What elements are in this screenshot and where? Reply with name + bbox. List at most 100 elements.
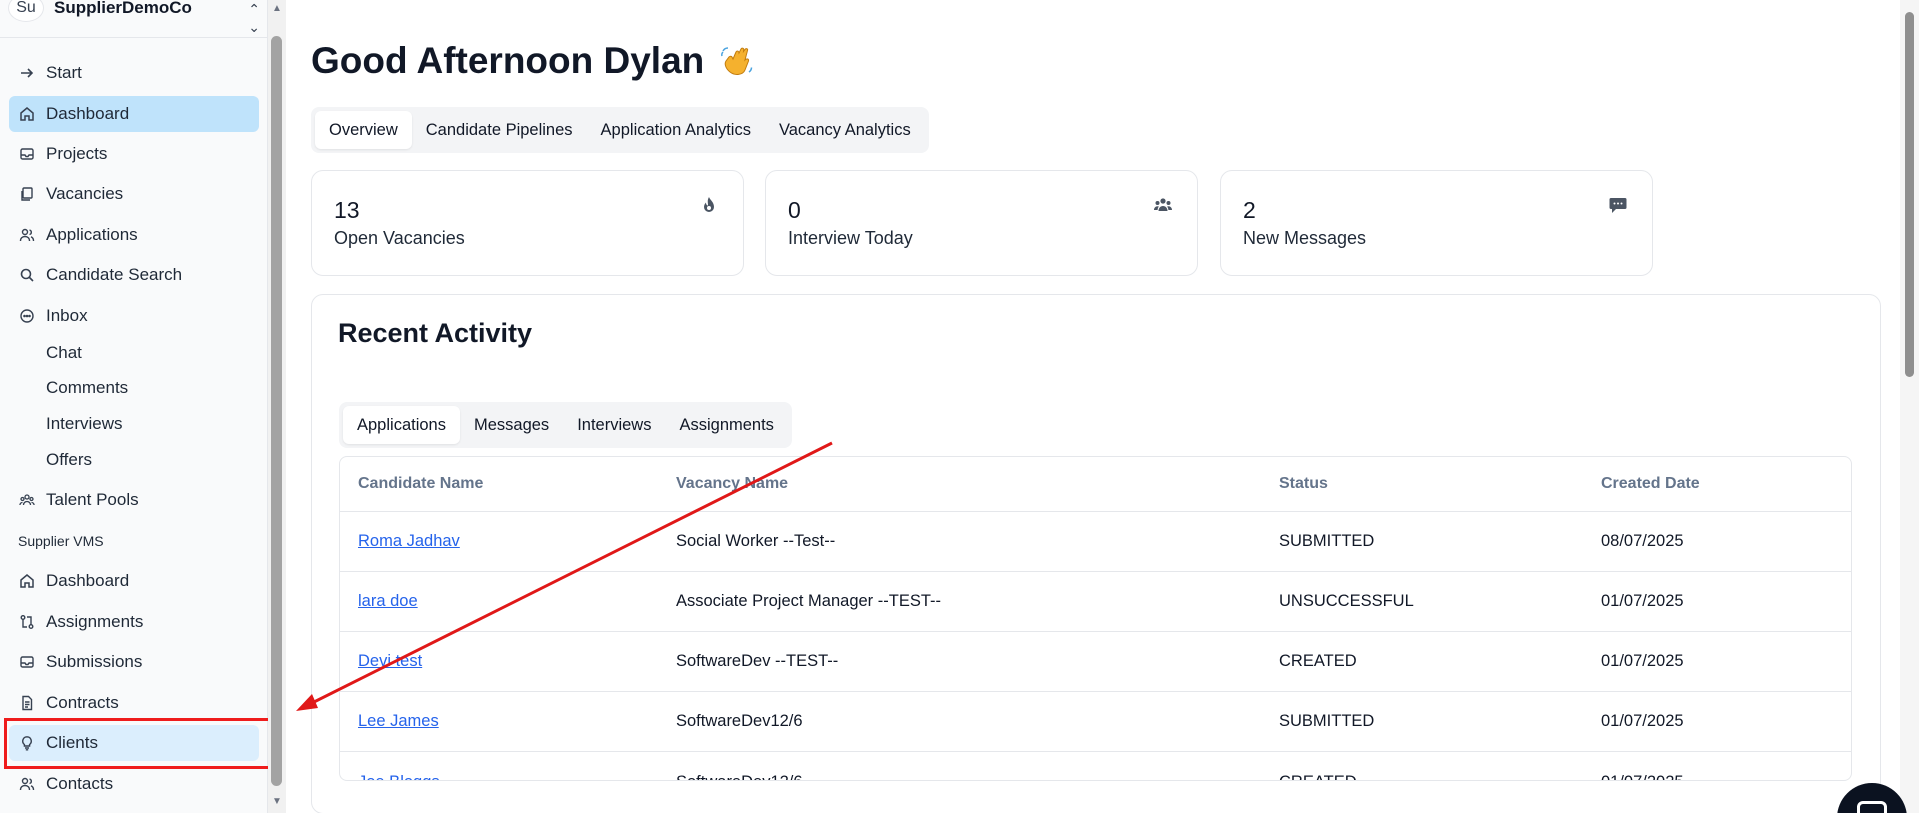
sidebar-scrollbar-thumb[interactable] [271, 36, 282, 786]
table-header: Candidate Name Vacancy Name Status Creat… [340, 457, 1851, 512]
dashboard-tabs: Overview Candidate Pipelines Application… [311, 107, 929, 153]
users-icon [18, 775, 36, 793]
sidebar-item-vacancies[interactable]: Vacancies [9, 176, 259, 212]
sidebar-item-assignments[interactable]: Assignments [9, 604, 259, 640]
users-group-icon [1154, 198, 1172, 211]
sidebar: Su SupplierDemoCo ⌃ ⌄ Start Dashboard Pro… [0, 0, 268, 813]
message-square-icon [1609, 198, 1627, 213]
tab-messages[interactable]: Messages [460, 406, 563, 444]
sidebar-item-label: Candidate Search [46, 265, 183, 284]
stat-card-interview-today[interactable]: 0 Interview Today [765, 170, 1198, 276]
sidebar-item-talent-pools[interactable]: Talent Pools [9, 482, 259, 518]
sidebar-item-contacts[interactable]: Contacts [9, 766, 259, 802]
created-date: 08/07/2025 [1601, 532, 1684, 550]
table-row[interactable]: Roma Jadhav Social Worker --Test-- SUBMI… [340, 512, 1851, 572]
users-icon [18, 226, 36, 244]
chevron-up-down-icon: ⌃ ⌄ [248, 1, 260, 35]
candidate-link[interactable]: lara doe [358, 592, 418, 611]
tab-overview[interactable]: Overview [315, 111, 412, 149]
applications-table: Candidate Name Vacancy Name Status Creat… [339, 456, 1852, 781]
recent-activity-title: Recent Activity [338, 318, 533, 348]
stat-value: 0 [788, 197, 801, 223]
divider [0, 37, 268, 38]
sidebar-subitem-offers[interactable]: Offers [46, 445, 92, 475]
vacancy-name: Associate Project Manager --TEST-- [676, 592, 941, 610]
table-row[interactable]: Devi test SoftwareDev --TEST-- CREATED 0… [340, 632, 1851, 692]
sidebar-subitem-chat[interactable]: Chat [46, 338, 82, 368]
sidebar-item-label: Assignments [46, 612, 144, 631]
git-compare-icon [18, 613, 36, 631]
sidebar-item-projects[interactable]: Projects [9, 136, 259, 172]
table-row[interactable]: Lee James SoftwareDev12/6 SUBMITTED 01/0… [340, 692, 1851, 752]
vacancy-name: SoftwareDev --TEST-- [676, 652, 839, 670]
sidebar-item-label: Submissions [46, 652, 143, 671]
created-date: 01/07/2025 [1601, 592, 1684, 610]
sidebar-item-label: Contacts [46, 774, 114, 793]
sidebar-item-applications[interactable]: Applications [9, 217, 259, 253]
candidate-link[interactable]: Roma Jadhav [358, 532, 460, 551]
created-date: 01/07/2025 [1601, 773, 1684, 781]
sidebar-item-label: Vacancies [46, 184, 124, 203]
org-switcher[interactable]: Su SupplierDemoCo ⌃ ⌄ [8, 0, 260, 35]
sidebar-item-label: Projects [46, 144, 108, 163]
stat-label: Interview Today [788, 228, 913, 248]
stat-card-open-vacancies[interactable]: 13 Open Vacancies [311, 170, 744, 276]
tab-candidate-pipelines[interactable]: Candidate Pipelines [412, 111, 587, 149]
sidebar-item-label: Talent Pools [46, 490, 139, 509]
section-label-supplier-vms: Supplier VMS [18, 533, 104, 549]
sidebar-item-dashboard[interactable]: Dashboard [9, 96, 259, 132]
column-header-candidate-name[interactable]: Candidate Name [358, 475, 483, 493]
candidate-link[interactable]: Lee James [358, 712, 439, 731]
column-header-created-date[interactable]: Created Date [1601, 475, 1700, 493]
sidebar-subitem-comments[interactable]: Comments [46, 373, 128, 403]
status-text: SUBMITTED [1279, 712, 1375, 730]
vacancy-name: Social Worker --Test-- [676, 532, 836, 550]
waving-hand-icon [721, 47, 753, 75]
scroll-up-arrow-icon[interactable]: ▲ [271, 4, 283, 14]
vacancy-name: SoftwareDev12/6 [676, 773, 803, 781]
people-group-icon [18, 491, 36, 509]
org-name: SupplierDemoCo [54, 0, 192, 17]
stat-card-new-messages[interactable]: 2 New Messages [1220, 170, 1653, 276]
tab-applications[interactable]: Applications [343, 406, 460, 444]
flame-icon [704, 197, 714, 212]
table-row[interactable]: Joe Bloggs SoftwareDev12/6 CREATED 01/07… [340, 752, 1851, 781]
status-text: SUBMITTED [1279, 532, 1375, 550]
copy-icon [18, 185, 36, 203]
stat-label: New Messages [1243, 228, 1367, 248]
chat-icon [1857, 801, 1887, 813]
vacancy-name: SoftwareDev12/6 [676, 712, 803, 730]
sidebar-item-candidate-search[interactable]: Candidate Search [9, 257, 259, 293]
chat-bubble-icon [18, 307, 36, 325]
tab-vacancy-analytics[interactable]: Vacancy Analytics [765, 111, 925, 149]
tab-interviews[interactable]: Interviews [563, 406, 665, 444]
arrow-right-icon [18, 64, 36, 82]
sidebar-item-start[interactable]: Start [9, 55, 259, 91]
sidebar-item-label: Applications [46, 225, 138, 244]
sidebar-subitem-interviews[interactable]: Interviews [46, 409, 123, 439]
column-header-status[interactable]: Status [1279, 475, 1328, 493]
stat-value: 2 [1243, 197, 1256, 223]
sidebar-item-inbox[interactable]: Inbox [9, 298, 259, 334]
tab-application-analytics[interactable]: Application Analytics [587, 111, 765, 149]
scroll-down-arrow-icon[interactable]: ▼ [271, 797, 283, 807]
highlight-box [4, 718, 273, 769]
sidebar-item-contracts[interactable]: Contracts [9, 685, 259, 721]
tab-assignments[interactable]: Assignments [665, 406, 787, 444]
sidebar-item-label: Contracts [46, 693, 119, 712]
candidate-link[interactable]: Joe Bloggs [358, 773, 440, 781]
page-scrollbar-thumb[interactable] [1905, 12, 1914, 377]
sidebar-item-vms-dashboard[interactable]: Dashboard [9, 563, 259, 599]
sidebar-item-submissions[interactable]: Submissions [9, 644, 259, 680]
table-row[interactable]: lara doe Associate Project Manager --TES… [340, 572, 1851, 632]
org-avatar: Su [8, 0, 44, 22]
search-icon [18, 266, 36, 284]
page-title: Good Afternoon Dylan [311, 40, 756, 82]
candidate-link[interactable]: Devi test [358, 652, 422, 671]
inbox-stack-icon [18, 145, 36, 163]
created-date: 01/07/2025 [1601, 652, 1684, 670]
greeting-text: Good Afternoon Dylan [311, 40, 705, 81]
activity-tabs: Applications Messages Interviews Assignm… [339, 402, 792, 448]
column-header-vacancy-name[interactable]: Vacancy Name [676, 475, 788, 493]
sidebar-item-label: Dashboard [46, 104, 130, 123]
